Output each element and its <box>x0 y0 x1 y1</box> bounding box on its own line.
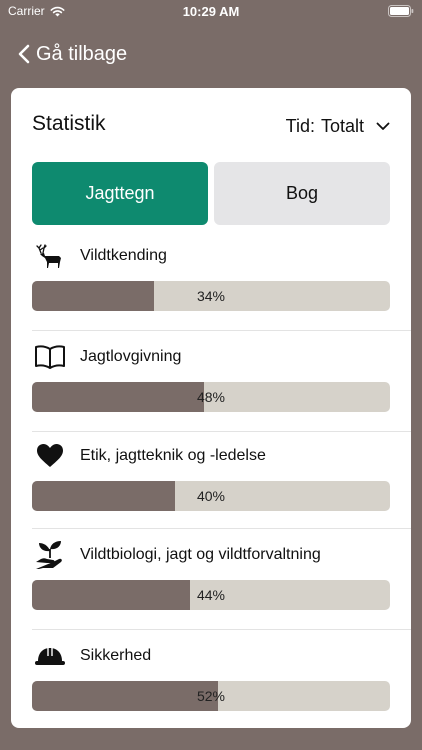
stat-header: Sikkerhed <box>32 641 151 671</box>
stat-header: Vildtbiologi, jagt og vildtforvaltning <box>32 540 321 570</box>
time-filter-text: Tid: Totalt <box>286 116 364 137</box>
heart-icon <box>32 441 68 471</box>
back-button[interactable]: Gå tilbage <box>18 40 127 68</box>
progress-bar: 44% <box>32 580 390 610</box>
time-filter-dropdown[interactable]: Tid: Totalt <box>286 110 390 142</box>
segment-jagttegn[interactable]: Jagttegn <box>32 162 208 225</box>
stat-vildtkending: Vildtkending 34% <box>32 241 390 329</box>
divider <box>32 330 411 331</box>
stat-sikkerhed: Sikkerhed 52% <box>32 641 390 728</box>
divider <box>32 431 411 432</box>
progress-text: 52% <box>196 688 226 704</box>
stat-label: Vildtkending <box>80 247 167 264</box>
card-header: Statistik Tid: Totalt <box>32 110 390 142</box>
page-title: Statistik <box>32 112 106 135</box>
stat-label: Sikkerhed <box>80 647 152 664</box>
status-time: 10:29 AM <box>182 4 240 19</box>
stat-jagtlovgivning: Jagtlovgivning 48% <box>32 342 390 430</box>
stat-etik: Etik, jagtteknik og -ledelse 40% <box>32 441 390 529</box>
progress-text: 40% <box>196 488 226 504</box>
time-filter-label: Tid: <box>285 115 315 136</box>
progress-text: 44% <box>196 587 226 603</box>
stat-header: Vildtkending <box>32 241 167 271</box>
stat-label: Jagtlovgivning <box>80 348 182 365</box>
stat-label: Vildtbiologi, jagt og vildtforvaltning <box>80 546 321 563</box>
back-label: Gå tilbage <box>36 42 128 65</box>
deer-icon <box>32 241 68 271</box>
stat-header: Jagtlovgivning <box>32 342 181 372</box>
divider <box>32 629 411 630</box>
stat-label: Etik, jagtteknik og -ledelse <box>80 447 266 464</box>
segmented-control: Jagttegn Bog <box>32 162 390 225</box>
progress-bar: 34% <box>32 281 390 311</box>
segment-bog[interactable]: Bog <box>214 162 390 225</box>
statistics-card: Statistik Tid: Totalt Jagttegn Bog Vildt… <box>11 88 411 728</box>
hard-hat-icon <box>32 641 68 671</box>
progress-text: 48% <box>196 389 226 405</box>
progress-bar: 52% <box>32 681 390 711</box>
time-filter-value: Totalt <box>320 115 364 136</box>
chevron-left-icon <box>18 44 30 64</box>
plant-in-hand-icon <box>32 540 68 570</box>
open-book-icon <box>32 342 68 372</box>
progress-text: 34% <box>196 288 226 304</box>
status-bar: Carrier 10:29 AM <box>0 0 422 22</box>
battery-icon <box>388 5 414 20</box>
stat-header: Etik, jagtteknik og -ledelse <box>32 441 266 471</box>
segment-label: Bog <box>285 183 319 203</box>
progress-bar: 48% <box>32 382 390 412</box>
divider <box>32 528 411 529</box>
segment-label: Jagttegn <box>85 183 155 203</box>
progress-bar: 40% <box>32 481 390 511</box>
stat-vildtbiologi: Vildtbiologi, jagt og vildtforvaltning 4… <box>32 540 390 628</box>
chevron-down-icon <box>376 122 390 130</box>
